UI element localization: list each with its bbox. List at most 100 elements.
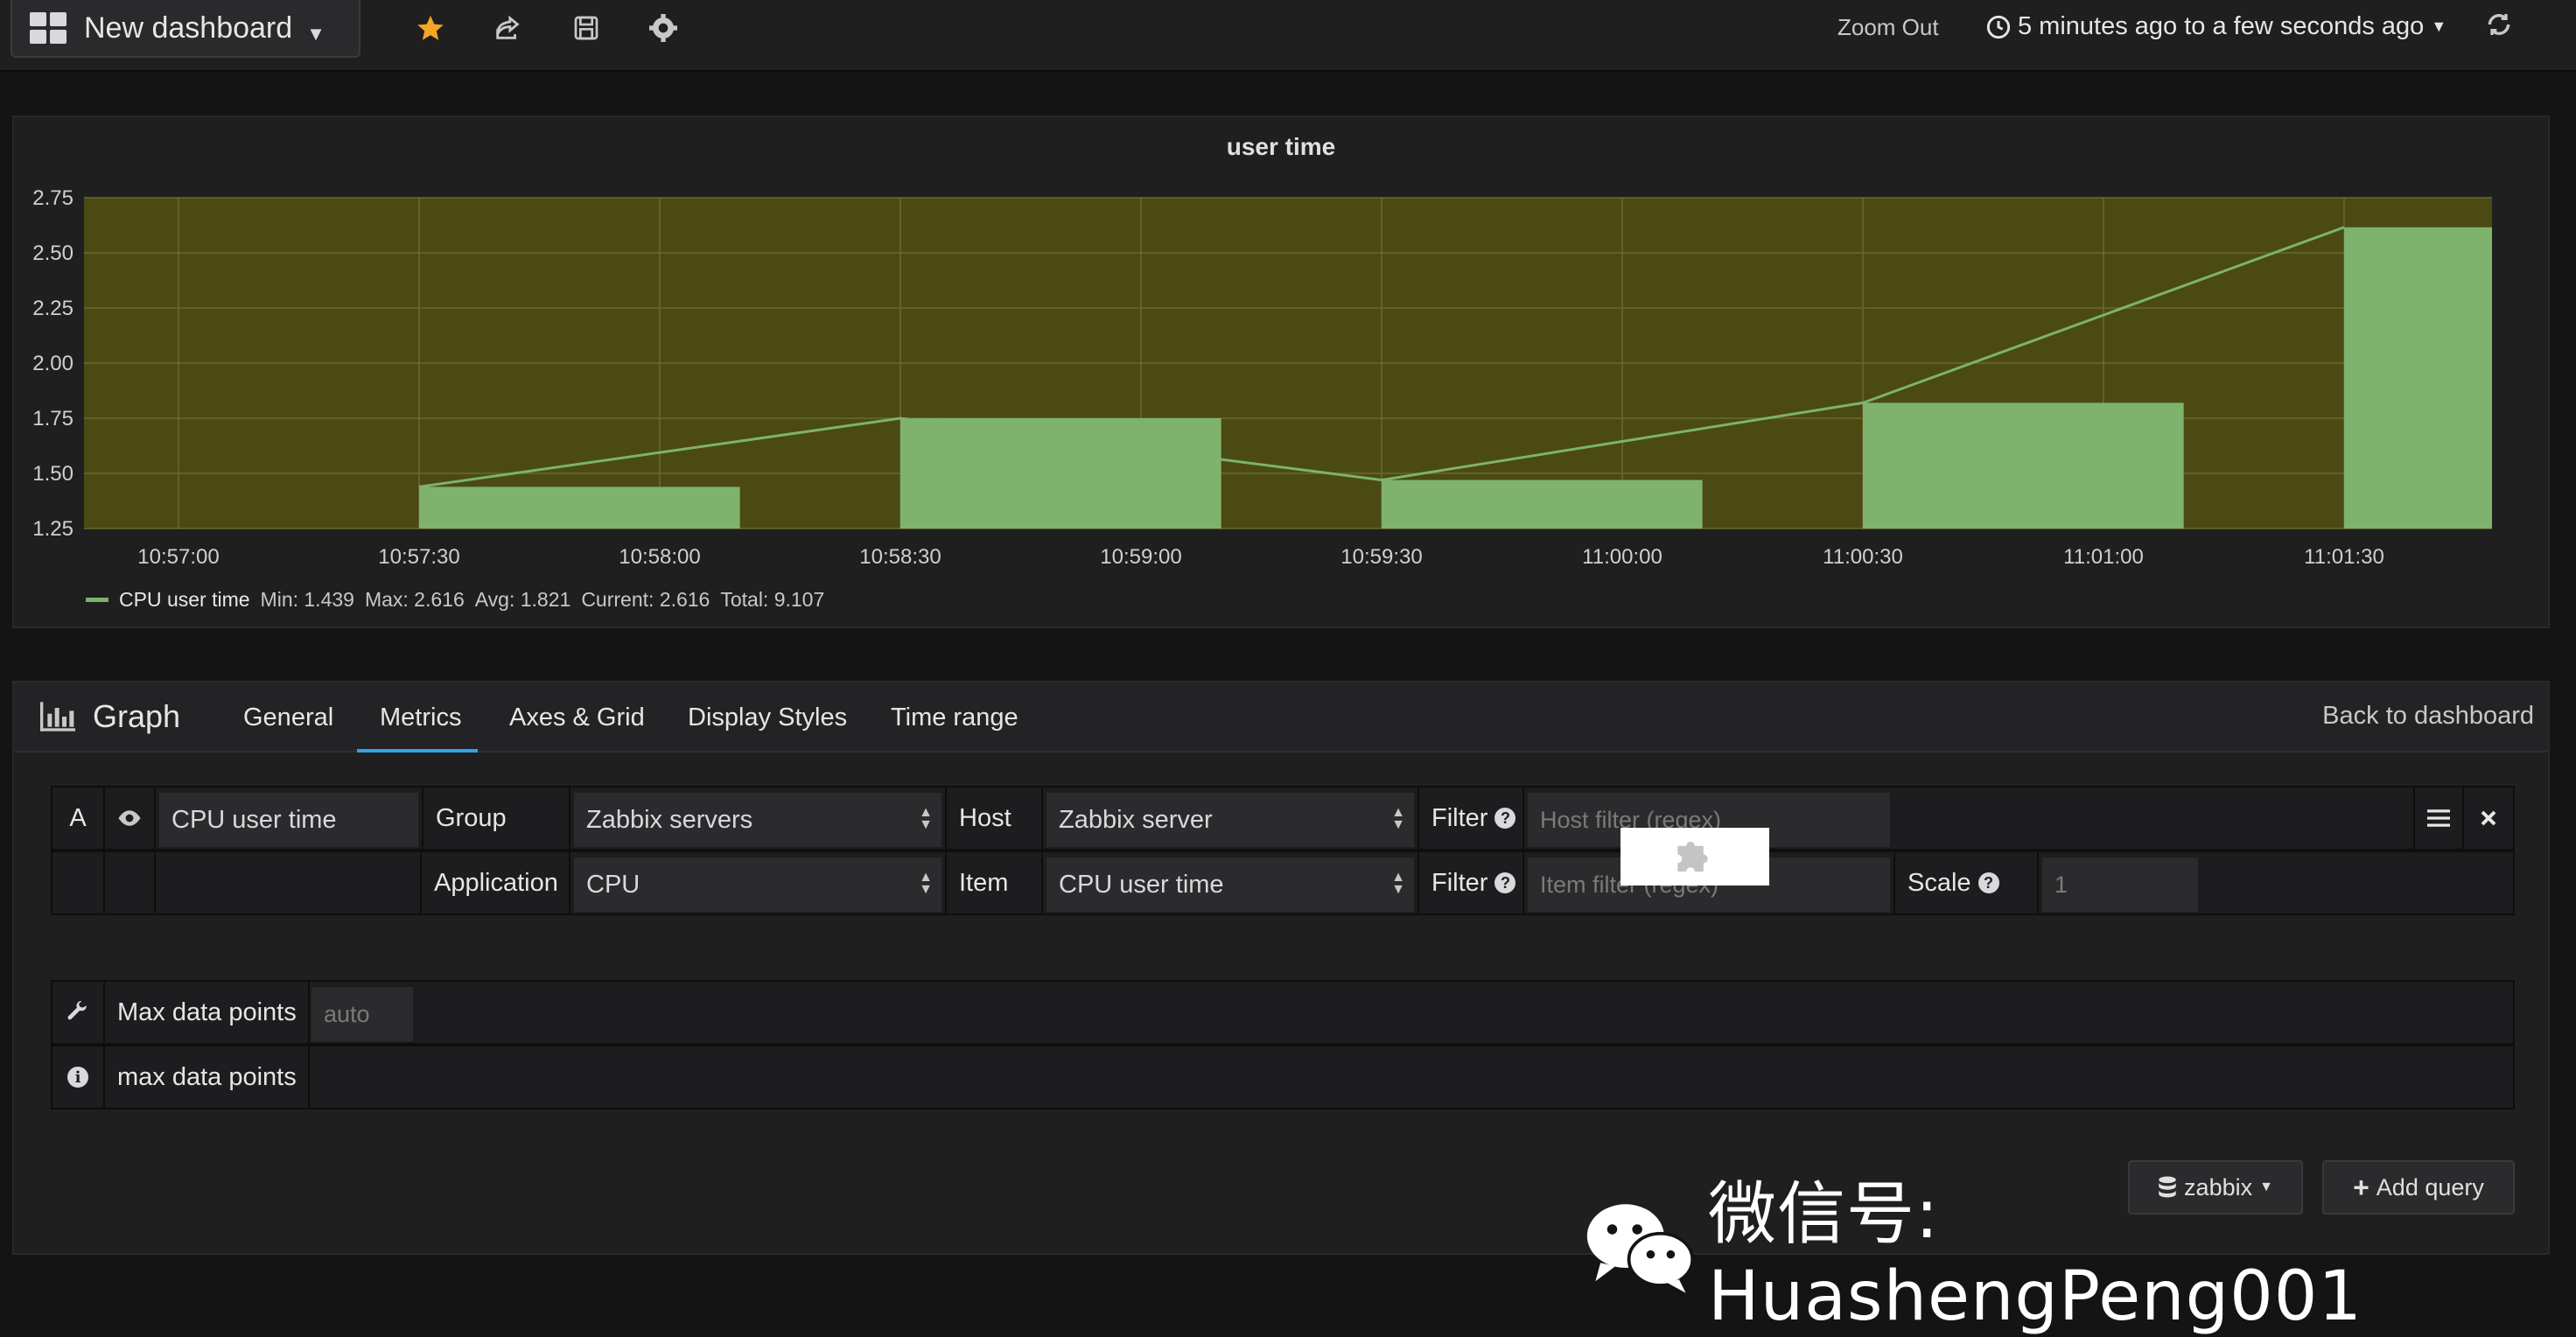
wrench-icon	[52, 982, 105, 1043]
question-circle-icon[interactable]: ?	[1494, 808, 1516, 829]
dashboard-picker-button[interactable]: New dashboard ▼	[10, 0, 360, 58]
dashboard-grid-icon	[30, 12, 66, 44]
filter-label-text: Filter	[1432, 868, 1488, 897]
x-tick-label: 10:58:30	[859, 545, 941, 569]
remove-query-icon[interactable]	[2464, 788, 2513, 849]
application-label: Application	[422, 852, 570, 914]
bar	[1863, 402, 2184, 528]
x-tick-label: 10:59:30	[1340, 545, 1422, 569]
y-tick-label: 2.25	[32, 297, 74, 320]
application-select-value: CPU	[586, 870, 640, 899]
host-label: Host	[945, 788, 1043, 849]
select-arrows-icon: ▲ ▼	[1391, 805, 1405, 832]
puzzle-icon	[1677, 841, 1708, 872]
share-icon[interactable]	[490, 10, 525, 46]
time-range-picker[interactable]: 5 minutes ago to a few seconds ago ▼	[1986, 12, 2446, 41]
legend-series-name[interactable]: CPU user time	[119, 588, 250, 612]
bar	[419, 486, 740, 528]
scale-label-text: Scale	[1908, 868, 1971, 897]
scale-input[interactable]: 1	[2042, 858, 2198, 912]
query-alias-input[interactable]: CPU user time	[159, 793, 418, 847]
legend: CPU user time Min: 1.439 Max: 2.616 Avg:…	[86, 588, 824, 612]
y-tick-label: 1.25	[32, 517, 74, 541]
legend-max: Max: 2.616	[364, 588, 465, 611]
back-to-dashboard-link[interactable]: Back to dashboard	[2322, 702, 2534, 731]
wechat-icon	[1586, 1204, 1695, 1293]
y-tick-label: 1.50	[32, 462, 74, 486]
caret-down-icon: ▼	[2431, 18, 2447, 35]
select-arrows-icon: ▲ ▼	[919, 805, 933, 832]
legend-min: Min: 1.439	[260, 588, 354, 611]
y-tick-label: 1.75	[32, 407, 74, 430]
x-tick-label: 10:59:00	[1100, 545, 1181, 569]
top-navbar: New dashboard ▼ Zoom Out 5 minutes ago t…	[0, 0, 2576, 72]
tab-axes-grid[interactable]: Axes & Grid	[509, 704, 645, 732]
question-circle-icon[interactable]: ?	[1494, 872, 1516, 893]
tab-general[interactable]: General	[243, 704, 333, 732]
x-tick-label: 11:00:30	[1823, 545, 1903, 569]
y-tick-label: 2.00	[32, 352, 74, 375]
select-arrows-icon: ▲ ▼	[919, 870, 933, 897]
application-select[interactable]: CPU ▲ ▼	[574, 858, 942, 912]
item-filter-label: Filter ?	[1418, 852, 1524, 914]
empty-cell	[52, 852, 105, 914]
dashboard-title: New dashboard	[84, 10, 293, 45]
item-select-value: CPU user time	[1059, 870, 1224, 899]
host-filter-label: Filter ?	[1418, 788, 1524, 849]
select-arrows-icon: ▲ ▼	[1391, 870, 1405, 897]
tab-metrics[interactable]: Metrics	[380, 704, 461, 732]
graph-panel: user time 1.25 1.50 1.75 2.00 2.25 2.50 2.75 10…	[12, 116, 2550, 628]
watermark-text: 微信号: HuashengPeng001	[1708, 1175, 2363, 1336]
legend-swatch	[86, 598, 108, 602]
star-icon[interactable]	[413, 10, 448, 46]
chart: 1.25 1.50 1.75 2.00 2.25 2.50 2.75 10:57:00 10:5…	[32, 186, 2492, 569]
max-data-points-label: Max data points	[105, 982, 310, 1043]
plugin-placeholder	[1620, 828, 1769, 886]
x-tick-label: 10:57:30	[378, 545, 459, 569]
active-tab-indicator	[357, 749, 478, 752]
zoom-out-button[interactable]: Zoom Out	[1838, 14, 1939, 41]
caret-down-icon: ▼	[306, 23, 326, 45]
item-select[interactable]: CPU user time ▲ ▼	[1046, 858, 1414, 912]
max-data-points-row: Max data points auto	[51, 980, 2515, 1045]
y-tick-label: 2.50	[32, 242, 74, 265]
host-select[interactable]: Zabbix server ▲ ▼	[1046, 793, 1414, 847]
editor-tabs: Graph General Metrics Axes & Grid Displa…	[14, 682, 2548, 752]
bar	[2344, 227, 2492, 528]
bar	[900, 418, 1222, 528]
tab-display-styles[interactable]: Display Styles	[688, 704, 847, 732]
tab-time-range[interactable]: Time range	[891, 704, 1018, 732]
refresh-icon[interactable]	[2485, 10, 2520, 46]
query-row-2: Application CPU ▲ ▼ Item CPU user time ▲ ▼…	[51, 850, 2515, 915]
x-tick-label: 10:57:00	[137, 545, 219, 569]
max-data-points-info-label: max data points	[105, 1046, 310, 1108]
host-select-value: Zabbix server	[1059, 805, 1213, 834]
eye-icon[interactable]	[105, 788, 156, 849]
legend-avg: Avg: 1.821	[474, 588, 571, 611]
group-select-value: Zabbix servers	[586, 805, 753, 834]
bar	[1382, 480, 1703, 528]
clock-icon	[1986, 15, 2011, 38]
y-tick-label: 2.75	[32, 186, 74, 210]
watermark: 微信号: HuashengPeng001	[1584, 1159, 2576, 1336]
empty-cell	[156, 852, 422, 914]
bar-chart-icon	[40, 702, 75, 732]
hamburger-menu-icon[interactable]	[2413, 788, 2464, 849]
legend-current: Current: 2.616	[581, 588, 710, 611]
save-icon[interactable]	[569, 10, 604, 46]
filter-label-text: Filter	[1432, 803, 1488, 832]
scale-label: Scale ?	[1894, 852, 2039, 914]
x-tick-label: 10:58:00	[619, 545, 700, 569]
x-tick-label: 11:00:00	[1582, 545, 1662, 569]
max-data-points-input[interactable]: auto	[312, 987, 413, 1041]
question-circle-icon[interactable]: ?	[1978, 872, 1999, 893]
query-row-1: A CPU user time Group Zabbix servers ▲ ▼ …	[51, 786, 2515, 850]
gear-icon[interactable]	[646, 10, 681, 46]
query-ref-id[interactable]: A	[52, 788, 105, 849]
group-label: Group	[422, 788, 570, 849]
x-tick-label: 11:01:30	[2304, 545, 2384, 569]
time-range-label: 5 minutes ago to a few seconds ago	[2018, 12, 2425, 40]
info-circle-icon[interactable]: i	[52, 1046, 105, 1108]
panel-type-header: Graph	[40, 698, 180, 735]
group-select[interactable]: Zabbix servers ▲ ▼	[574, 793, 942, 847]
